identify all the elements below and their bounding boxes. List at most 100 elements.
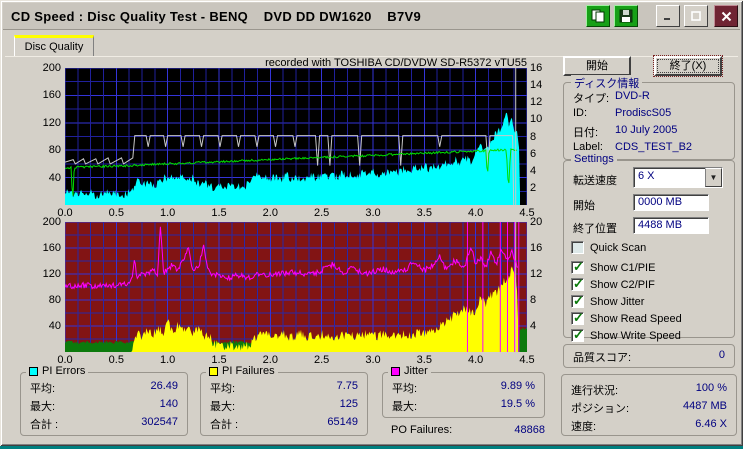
avg-label: 平均: — [392, 383, 418, 395]
avg-value: 26.49 — [150, 380, 178, 392]
end-pos-field[interactable]: 4488 MB — [633, 217, 709, 234]
close-icon — [721, 11, 731, 21]
axis-tick-label: 2 — [530, 181, 537, 194]
axis-tick-label: 40 — [48, 171, 61, 184]
copy-icon[interactable] — [586, 5, 610, 27]
checkbox-label: Show Read Speed — [590, 312, 682, 325]
axis-tick-label: 1.5 — [211, 207, 227, 219]
checkbox-box[interactable] — [571, 310, 584, 326]
checkbox-label: Show Jitter — [590, 295, 645, 308]
end-pos-label: 終了位置 — [573, 223, 617, 235]
axis-tick-label: 4 — [530, 164, 537, 177]
start-pos-field[interactable]: 0000 MB — [633, 194, 709, 211]
checkbox-box[interactable] — [571, 241, 584, 254]
checkbox-box[interactable] — [571, 276, 584, 292]
title-bar[interactable]: CD Speed : Disc Quality Test - BENQ DVD … — [3, 3, 740, 30]
checkbox-box[interactable] — [571, 293, 584, 309]
maximize-icon — [691, 11, 701, 21]
save-icon[interactable] — [614, 5, 638, 27]
axis-tick-label: 160 — [42, 89, 61, 102]
minimize-button[interactable] — [656, 5, 680, 27]
avg-value: 9.89 % — [500, 380, 535, 392]
pie-speed-chart — [65, 68, 527, 205]
checkbox-show-c1-pie[interactable]: Show C1/PIE — [571, 259, 655, 275]
pi-errors-swatch — [29, 366, 38, 376]
axis-tick-label: 10 — [530, 113, 543, 126]
checkbox-show-c2-pif[interactable]: Show C2/PIF — [571, 276, 655, 292]
axis-tick-label: 40 — [48, 320, 61, 332]
jitter-title: Jitter — [404, 365, 428, 377]
close-button[interactable] — [714, 5, 738, 27]
avg-label: 平均: — [30, 383, 56, 395]
quality-score-group: 品質スコア: 0 — [563, 344, 735, 368]
speed-label: 速度: — [571, 421, 597, 433]
checkbox-box[interactable] — [571, 259, 584, 275]
exit-button[interactable]: 終了(X) — [653, 55, 723, 77]
axis-tick-label: 6 — [530, 147, 537, 160]
legend-pi-errors: PI Errors 平均: 26.49 最大: 140 合計 : 302547 — [20, 365, 188, 436]
axis-tick-label: 12 — [530, 268, 543, 280]
floppy-icon — [619, 9, 633, 23]
axis-tick-label: 0.0 — [57, 207, 73, 219]
axis-tick-label: 200 — [42, 216, 61, 228]
max-label: 最大: — [392, 401, 418, 413]
start-pos-label: 開始 — [573, 200, 595, 212]
axis-tick-label: 12 — [530, 96, 543, 109]
axis-tick-label: 16 — [530, 62, 543, 74]
axis-tick-label: 16 — [530, 242, 543, 254]
position-value: 4487 MB — [682, 400, 727, 412]
cd-speed-window: CD Speed : Disc Quality Test - BENQ DVD … — [0, 0, 743, 446]
axis-tick-label: 14 — [530, 79, 543, 92]
chevron-down-icon[interactable]: ▼ — [705, 168, 722, 187]
settings-group: Settings 転送速度 6 X ▼ 開始 0000 MB 終了位置 4488… — [563, 153, 735, 343]
start-button[interactable]: 開始 — [563, 56, 631, 76]
checkbox-quick-scan[interactable]: Quick Scan — [571, 241, 646, 254]
type-label: タイプ: — [573, 93, 610, 105]
tab-label: Disc Quality — [24, 41, 84, 53]
pi-errors-title: PI Errors — [42, 365, 86, 377]
type-value: DVD-R — [615, 90, 650, 102]
axis-tick-label: 2.5 — [314, 354, 330, 366]
max-value: 19.5 % — [500, 398, 535, 410]
axis-tick-label: 1.0 — [160, 207, 176, 219]
speed-combo[interactable]: 6 X ▼ — [633, 167, 723, 188]
position-label: ポジション: — [571, 403, 630, 415]
tab-disc-quality[interactable]: Disc Quality — [14, 35, 94, 56]
checkbox-show-jitter[interactable]: Show Jitter — [571, 293, 645, 309]
disc-info-title: ディスク情報 — [571, 75, 643, 91]
speed-combo-value: 6 X — [638, 170, 655, 182]
legend-pi-failures: PI Failures 平均: 7.75 最大: 125 合計 : 65149 — [200, 365, 368, 436]
axis-tick-label: 0.5 — [108, 354, 124, 366]
axis-tick-label: 2.5 — [314, 207, 330, 219]
axis-tick-label: 3.0 — [365, 207, 381, 219]
date-label: 日付: — [573, 127, 599, 139]
avg-value: 7.75 — [336, 380, 358, 392]
id-value: ProdiscS05 — [615, 107, 672, 119]
pages-icon — [591, 9, 605, 23]
legend-jitter: Jitter 平均: 9.89 % 最大: 19.5 % — [382, 365, 545, 418]
pif-jitter-chart — [65, 222, 527, 352]
total-value: 65149 — [327, 416, 358, 428]
total-label: 合計 : — [210, 419, 239, 431]
po-failures-label: PO Failures: — [391, 424, 453, 436]
minimize-icon — [664, 18, 670, 20]
checkbox-label: Show Write Speed — [590, 329, 681, 342]
settings-title: Settings — [571, 153, 617, 165]
progress-group: 進行状況: 100 % ポジション: 4487 MB 速度: 6.46 X — [561, 374, 737, 436]
maximize-button[interactable] — [684, 5, 708, 27]
po-failures-row: PO Failures: 48868 — [391, 424, 545, 436]
jitter-swatch — [391, 366, 400, 376]
checkbox-box[interactable] — [571, 327, 584, 343]
checkbox-show-write-speed[interactable]: Show Write Speed — [571, 327, 681, 343]
axis-tick-label: 3.0 — [365, 354, 381, 366]
checkbox-show-read-speed[interactable]: Show Read Speed — [571, 310, 682, 326]
avg-label: 平均: — [210, 383, 236, 395]
label-label: Label: — [573, 141, 603, 153]
axis-tick-label: 8 — [530, 294, 537, 306]
speed-label: 転送速度 — [573, 175, 617, 187]
axis-tick-label: 0.5 — [108, 207, 124, 219]
axis-tick-label: 2.0 — [262, 207, 278, 219]
label-value: CDS_TEST_B2 — [615, 141, 693, 153]
progress-label: 進行状況: — [571, 385, 619, 397]
progress-value: 100 % — [695, 382, 727, 394]
